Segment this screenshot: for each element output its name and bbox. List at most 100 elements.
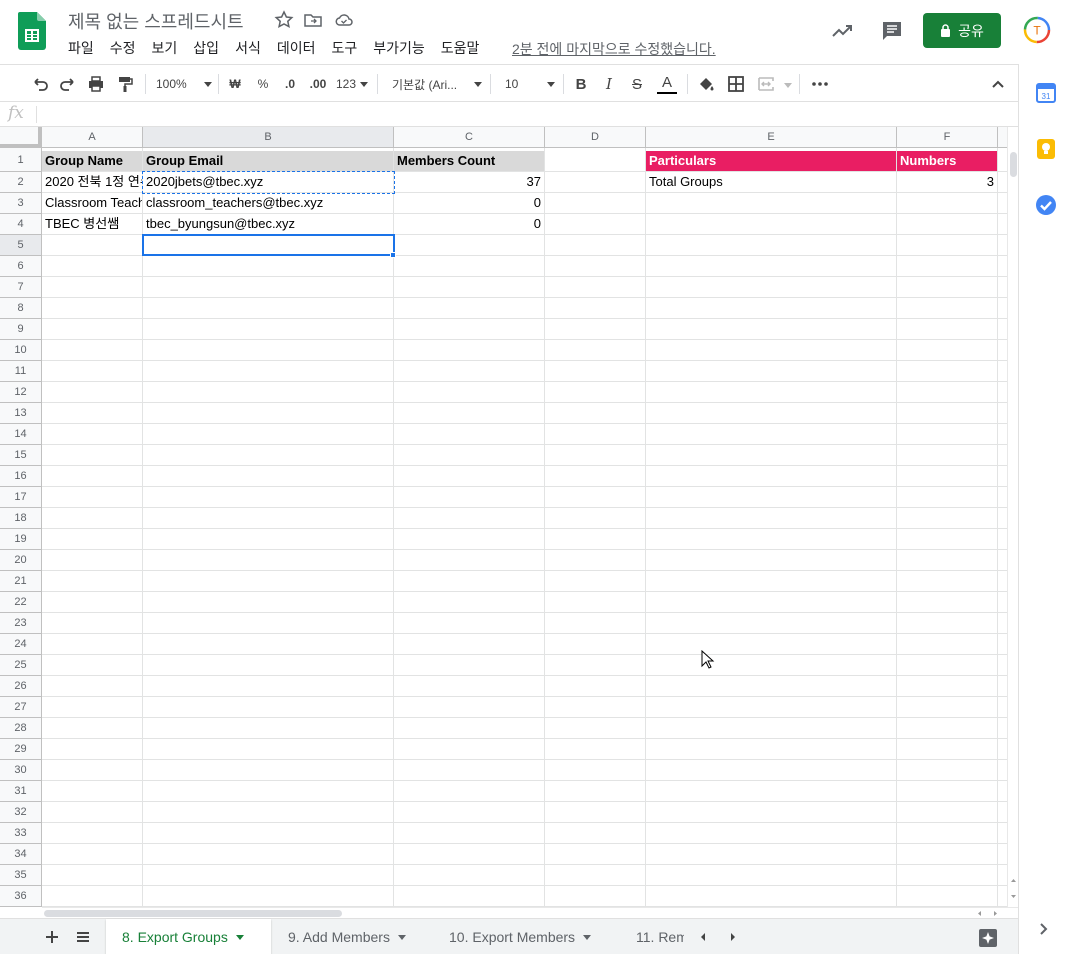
tab-add-members[interactable]: 9. Add Members (272, 919, 433, 954)
grid-cell[interactable] (998, 760, 1007, 781)
grid-cell[interactable] (42, 760, 143, 781)
grid-cell[interactable] (897, 697, 998, 718)
grid-cell[interactable] (545, 298, 646, 319)
grid-cell[interactable] (646, 550, 897, 571)
grid-cell[interactable] (143, 634, 394, 655)
grid-cell[interactable] (545, 655, 646, 676)
grid-cell[interactable] (143, 886, 394, 907)
grid-cell[interactable] (646, 256, 897, 277)
grid-cell[interactable] (545, 382, 646, 403)
grid-cell[interactable] (646, 403, 897, 424)
grid-cell[interactable] (42, 697, 143, 718)
row-header[interactable]: 23 (0, 613, 42, 634)
select-all-corner[interactable] (0, 127, 42, 148)
grid-cell[interactable] (42, 676, 143, 697)
grid-cell[interactable] (897, 424, 998, 445)
row-header[interactable]: 1 (0, 148, 42, 172)
grid-cell[interactable] (42, 865, 143, 886)
grid-cell[interactable] (545, 235, 646, 256)
grid-cell[interactable] (143, 802, 394, 823)
grid-cell[interactable] (143, 445, 394, 466)
row-header[interactable]: 2 (0, 172, 42, 193)
grid-cell[interactable] (897, 529, 998, 550)
grid-cell[interactable] (646, 571, 897, 592)
grid-cell[interactable] (42, 340, 143, 361)
grid-cell[interactable] (897, 718, 998, 739)
row-header[interactable]: 10 (0, 340, 42, 361)
grid-cell[interactable] (143, 781, 394, 802)
grid-cell[interactable] (394, 634, 545, 655)
grid-cell[interactable] (42, 655, 143, 676)
row-header[interactable]: 27 (0, 697, 42, 718)
cell-a3[interactable]: Classroom Teachers (42, 193, 143, 214)
grid-cell[interactable] (394, 466, 545, 487)
row-header[interactable]: 34 (0, 844, 42, 865)
grid-cell[interactable] (646, 277, 897, 298)
grid-cell[interactable] (394, 298, 545, 319)
percent-format-button[interactable]: % (254, 74, 272, 94)
active-cell-selection[interactable] (142, 234, 395, 256)
grid-cell[interactable] (394, 424, 545, 445)
column-header-g[interactable] (998, 127, 1007, 148)
row-header[interactable]: 6 (0, 256, 42, 277)
grid-cell[interactable] (897, 781, 998, 802)
grid-cell[interactable] (646, 382, 897, 403)
keep-icon[interactable] (1035, 138, 1057, 160)
grid-cell[interactable] (42, 487, 143, 508)
grid-cell[interactable] (394, 487, 545, 508)
vertical-scrollbar[interactable] (1007, 127, 1018, 907)
grid-cell[interactable] (646, 487, 897, 508)
comments-icon[interactable] (879, 18, 905, 44)
row-header[interactable]: 15 (0, 445, 42, 466)
grid-cell[interactable] (42, 361, 143, 382)
row-header[interactable]: 9 (0, 319, 42, 340)
menu-data[interactable]: 데이터 (277, 38, 316, 58)
horizontal-scrollbar[interactable] (42, 907, 1018, 918)
grid-cell[interactable] (42, 592, 143, 613)
grid-cell[interactable] (394, 550, 545, 571)
row-header[interactable]: 5 (0, 235, 42, 256)
menu-format[interactable]: 서식 (235, 38, 261, 58)
row-header[interactable]: 32 (0, 802, 42, 823)
grid-cell[interactable] (143, 571, 394, 592)
grid-cell[interactable] (143, 655, 394, 676)
grid-cell[interactable] (394, 697, 545, 718)
grid-cell[interactable] (646, 508, 897, 529)
grid-cell[interactable] (998, 781, 1007, 802)
cell-f2[interactable]: 3 (897, 172, 998, 193)
grid-cell[interactable] (143, 424, 394, 445)
grid-cell[interactable] (143, 487, 394, 508)
column-header-a[interactable]: A (42, 127, 143, 148)
grid-cell[interactable] (545, 865, 646, 886)
grid-cell[interactable] (897, 655, 998, 676)
grid-cell[interactable] (42, 319, 143, 340)
grid-cell[interactable] (897, 802, 998, 823)
grid-cell[interactable] (646, 802, 897, 823)
grid-cell[interactable] (394, 718, 545, 739)
grid-cell[interactable] (42, 739, 143, 760)
grid-cell[interactable] (143, 466, 394, 487)
grid-cell[interactable] (998, 487, 1007, 508)
spreadsheet-grid[interactable]: A B C D E F 1 2 3 4 5 6 7 8 9 10 11 12 13 14 15 16 17 18 1… (0, 127, 1007, 907)
grid-cell[interactable] (998, 697, 1007, 718)
expand-panel-icon[interactable] (1039, 922, 1049, 936)
grid-cell[interactable] (998, 739, 1007, 760)
menu-help[interactable]: 도움말 (441, 38, 480, 58)
grid-cell[interactable] (646, 718, 897, 739)
grid-cell[interactable] (394, 844, 545, 865)
strikethrough-button[interactable]: S (629, 74, 645, 94)
font-family-select[interactable]: 기본값 (Ari... (392, 74, 482, 94)
grid-cell[interactable] (545, 466, 646, 487)
grid-cell[interactable] (143, 361, 394, 382)
grid-cell[interactable] (897, 214, 998, 235)
row-header[interactable]: 11 (0, 361, 42, 382)
grid-cell[interactable] (646, 865, 897, 886)
row-header[interactable]: 13 (0, 403, 42, 424)
grid-cell[interactable] (646, 697, 897, 718)
grid-cell[interactable] (394, 886, 545, 907)
print-icon[interactable] (86, 74, 106, 94)
grid-cell[interactable] (143, 676, 394, 697)
grid-cell[interactable] (998, 508, 1007, 529)
grid-cell[interactable] (897, 319, 998, 340)
grid-cell[interactable] (394, 235, 545, 256)
